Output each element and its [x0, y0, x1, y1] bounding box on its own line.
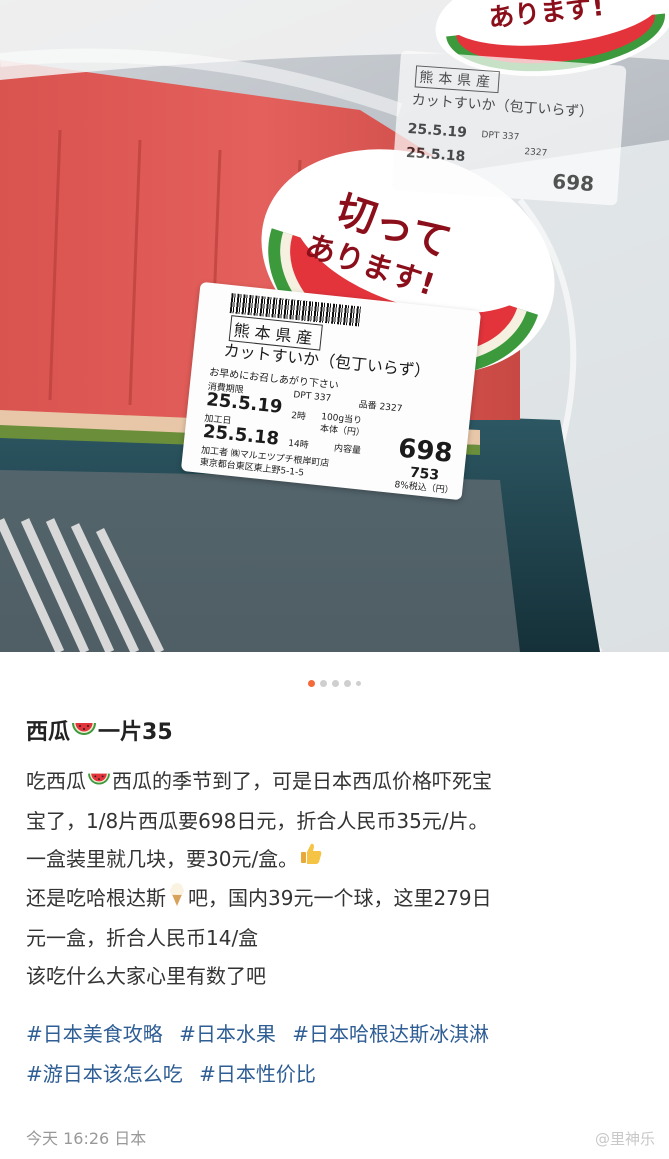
back-tag-origin: 熊本県産	[414, 65, 500, 94]
hashtag-link[interactable]: #游日本该怎么吃	[26, 1062, 183, 1086]
body-line-5: 元一盒，折合人民币14/盒	[26, 925, 259, 950]
title-part-2: 一片35	[98, 720, 173, 745]
watermark-text: @里神乐	[594, 1130, 655, 1148]
body-line-6: 该吃什么大家心里有数了吧	[26, 963, 266, 988]
body-line-4b: 吧，国内39元一个球，这里279日	[188, 886, 492, 910]
body-line-1a: 吃西瓜	[26, 769, 86, 793]
tag-dpt: DPT 337	[292, 390, 332, 405]
title-part-1: 西瓜	[26, 720, 71, 745]
carousel-dot-3[interactable]	[332, 680, 339, 687]
main-price-tag: 熊本県産 カットすいか（包丁いらず） お早めにお召しあがり下さい 消費期限 25…	[180, 281, 482, 501]
tag-code: 品番 2327	[358, 399, 403, 415]
post-time: 今天 16:26	[26, 1129, 110, 1148]
hashtag-link[interactable]: #日本水果	[179, 1022, 276, 1046]
post-meta: 今天 16:26 日本	[26, 1125, 146, 1149]
back-price-tag: 熊本県産 カットすいか（包丁いらず） 25.5.19 DPT 337 2327 …	[391, 50, 627, 206]
back-tag-dpt: DPT 337	[481, 130, 520, 143]
body-line-1: 吃西瓜 西瓜的季节到了，可是日本西瓜价格吓死宝	[26, 762, 646, 802]
back-tag-price: 698	[551, 169, 595, 197]
hashtag-list: #日本美食攻略 #日本水果 #日本哈根达斯冰淇淋 #游日本该怎么吃 #日本性价比	[26, 1014, 646, 1094]
tag-hour-1: 2時	[290, 411, 307, 423]
tag-price: 698	[396, 433, 454, 469]
watermark: @里神乐	[595, 1128, 655, 1149]
body-line-4a: 还是吃哈根达斯	[26, 886, 166, 910]
back-tag-product: カットすいか（包丁いらず）	[411, 92, 594, 121]
body-line-3-text: 一盒装里就几块，要30元/盒。	[26, 846, 299, 871]
carousel-dot-4[interactable]	[344, 680, 351, 687]
back-tag-expiry: 25.5.19	[407, 120, 468, 142]
watermelon-icon	[70, 719, 98, 747]
hashtag-link[interactable]: #日本美食攻略	[26, 1022, 163, 1046]
hashtag-link[interactable]: #日本性价比	[199, 1062, 316, 1086]
ice-cream-icon	[166, 881, 188, 919]
body-line-4: 还是吃哈根达斯 吧，国内39元一个球，这里279日	[26, 879, 646, 919]
back-tag-processed: 25.5.18	[405, 144, 466, 165]
watermelon-icon	[86, 764, 112, 802]
post-photo[interactable]: ありまず! 切って あります! 熊本県産 カットすいか（包丁いらず） 25.5.…	[0, 0, 669, 652]
carousel-dot-5[interactable]	[356, 681, 361, 686]
top-sticker-text: ありまず!	[487, 0, 606, 34]
carousel-dot-2[interactable]	[320, 680, 327, 687]
carousel-indicator[interactable]	[0, 680, 669, 687]
body-line-2: 宝了，1/8片西瓜要698日元，折合人民币35元/片。	[26, 808, 489, 833]
carousel-dot-1[interactable]	[308, 680, 315, 687]
body-line-1b: 西瓜的季节到了，可是日本西瓜价格吓死宝	[112, 769, 492, 793]
back-tag-code: 2327	[524, 147, 548, 159]
thumbs-up-icon	[298, 841, 324, 879]
post-body: 吃西瓜 西瓜的季节到了，可是日本西瓜价格吓死宝 宝了，1/8片西瓜要698日元，折…	[26, 762, 646, 995]
post-location: 日本	[114, 1129, 147, 1148]
tag-hour-2: 14時	[287, 438, 310, 451]
body-line-3: 一盒装里就几块，要30元/盒。	[26, 840, 646, 880]
post-title: 西瓜 一片35	[26, 714, 173, 747]
tag-tax-price: 753	[409, 464, 440, 484]
hashtag-link[interactable]: #日本哈根达斯冰淇淋	[292, 1022, 489, 1046]
tag-content-label: 内容量	[333, 443, 362, 457]
